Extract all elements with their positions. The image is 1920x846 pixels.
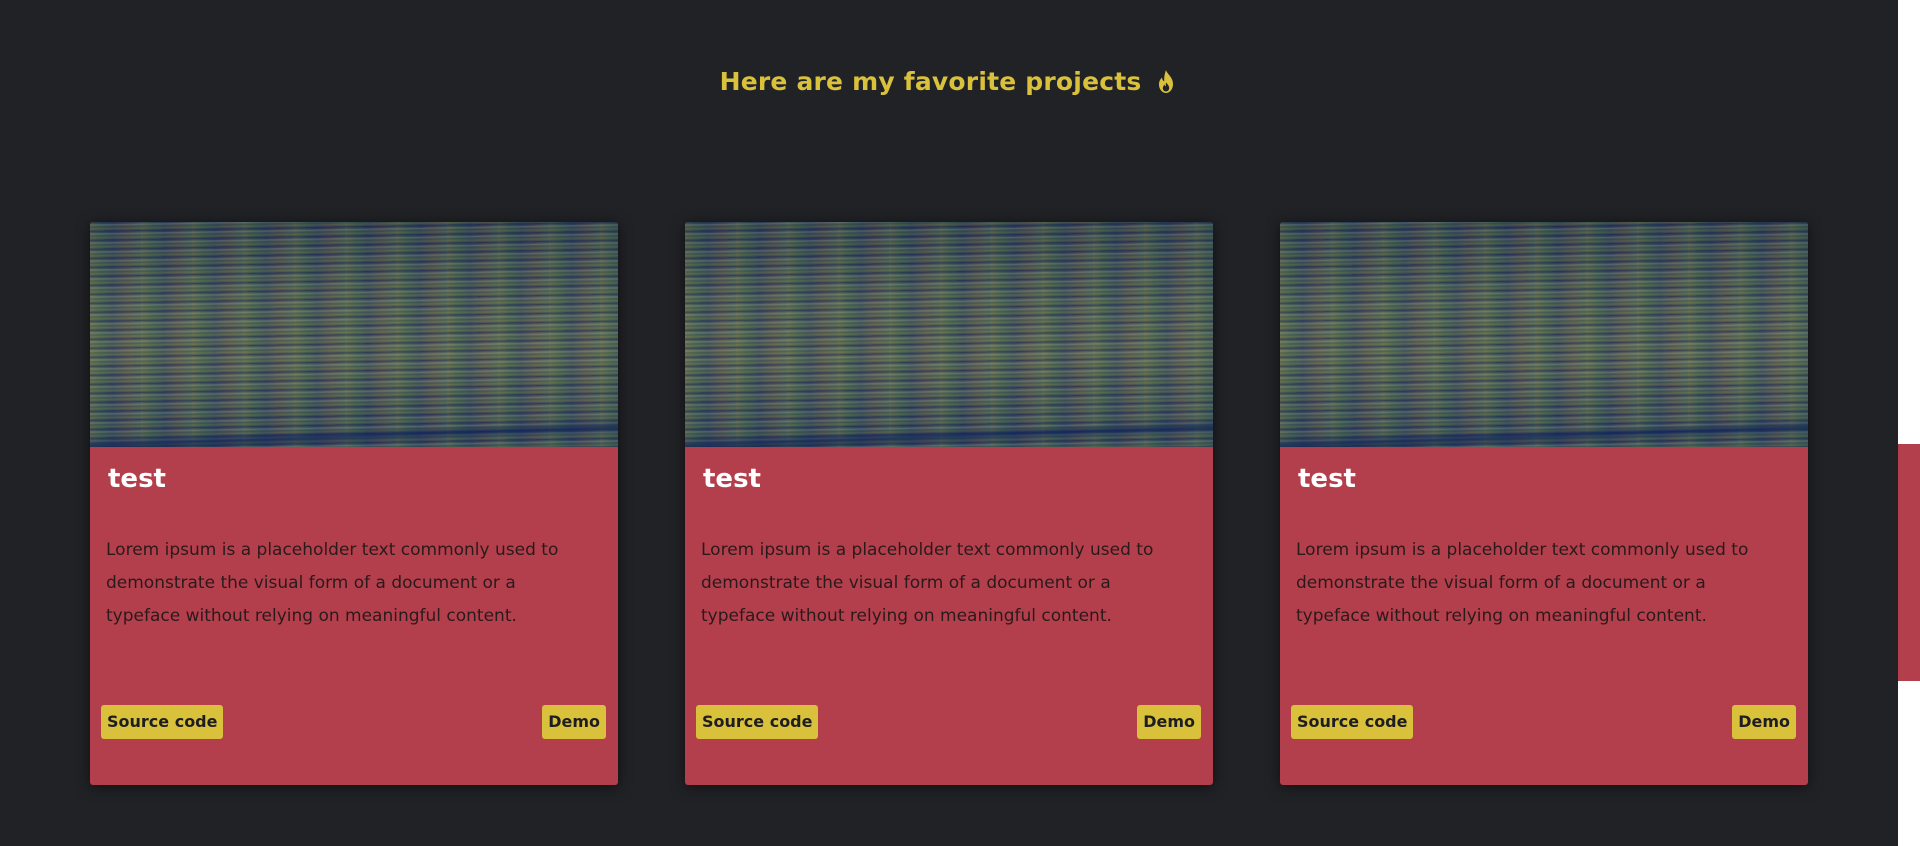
source-code-button[interactable]: Source code xyxy=(101,705,224,739)
project-image xyxy=(90,222,618,447)
right-edge-accent xyxy=(1898,444,1920,681)
right-edge-strip xyxy=(1898,0,1920,846)
demo-button[interactable]: Demo xyxy=(1137,705,1201,739)
project-description: Lorem ipsum is a placeholder text common… xyxy=(106,540,559,626)
project-title: test xyxy=(703,464,761,494)
flame-icon xyxy=(1154,69,1178,105)
project-title: test xyxy=(1298,464,1356,494)
project-description: Lorem ipsum is a placeholder text common… xyxy=(701,540,1154,626)
projects-page: Here are my favorite projects test Lorem… xyxy=(0,0,1920,846)
section-title: Here are my favorite projects xyxy=(0,64,1898,105)
project-image xyxy=(1280,222,1808,447)
project-card: test Lorem ipsum is a placeholder text c… xyxy=(685,222,1213,785)
project-image xyxy=(685,222,1213,447)
project-card: test Lorem ipsum is a placeholder text c… xyxy=(90,222,618,785)
section-title-text: Here are my favorite projects xyxy=(719,67,1142,96)
project-title: test xyxy=(108,464,166,494)
source-code-button[interactable]: Source code xyxy=(1291,705,1414,739)
project-description: Lorem ipsum is a placeholder text common… xyxy=(1296,540,1749,626)
project-card: test Lorem ipsum is a placeholder text c… xyxy=(1280,222,1808,785)
source-code-button[interactable]: Source code xyxy=(696,705,819,739)
demo-button[interactable]: Demo xyxy=(1732,705,1796,739)
demo-button[interactable]: Demo xyxy=(542,705,606,739)
